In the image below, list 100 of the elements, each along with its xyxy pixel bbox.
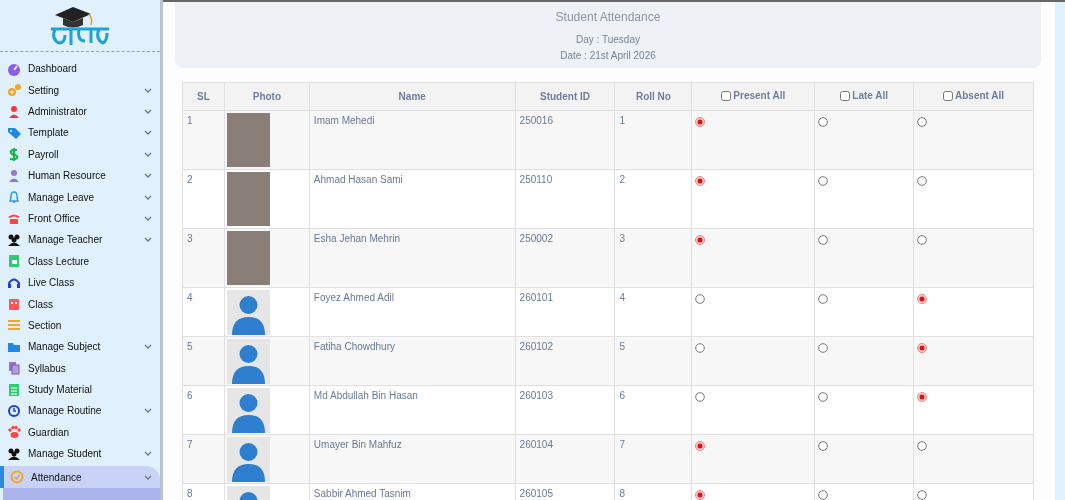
people-icon: [7, 446, 21, 461]
sidebar-item[interactable]: Live Class: [0, 271, 160, 294]
radio-button[interactable]: [695, 490, 706, 500]
photo-placeholder: [226, 231, 270, 285]
radio-button[interactable]: [818, 235, 829, 245]
sidebar-item[interactable]: Manage Student: [0, 443, 160, 465]
person-icon: [7, 168, 21, 183]
column-header: Roll No: [635, 90, 671, 104]
bell-icon: [7, 190, 21, 205]
person-icon: [7, 104, 21, 119]
sidebar-item[interactable]: Front Office: [0, 207, 160, 230]
radio-button[interactable]: [695, 294, 706, 304]
check-circle-icon: [10, 470, 24, 485]
student-name: Fatiha Chowdhury: [313, 341, 395, 352]
radio-button[interactable]: [695, 441, 706, 451]
column-header: Student ID: [540, 90, 590, 104]
sidebar-item[interactable]: Manage Subject: [0, 336, 160, 358]
column-header: Absent All: [955, 89, 1005, 104]
student-name: Foyez Ahmed Adil: [313, 292, 394, 303]
roll-number: 1: [619, 115, 626, 126]
document-icon: [7, 361, 21, 376]
radio-button[interactable]: [818, 176, 829, 186]
student-id: 260105: [519, 488, 553, 499]
sidebar-item[interactable]: Attendance: [0, 466, 160, 489]
column-header: Late All: [852, 89, 889, 104]
people-icon: [7, 232, 21, 247]
student-name: Ahmad Hasan Sami: [313, 174, 403, 185]
clock-icon: [7, 403, 21, 418]
column-header: SL: [197, 90, 210, 104]
photo-placeholder: [226, 172, 270, 226]
document-icon: [7, 254, 21, 269]
radio-button[interactable]: [917, 490, 928, 500]
serial-number: 4: [187, 292, 193, 303]
radio-button[interactable]: [917, 343, 928, 353]
radio-button[interactable]: [917, 441, 928, 451]
sidebar-item[interactable]: Class: [0, 293, 160, 315]
radio-button[interactable]: [695, 117, 706, 127]
column-header: Name: [398, 90, 426, 104]
radio-button[interactable]: [695, 343, 706, 353]
radio-button[interactable]: [695, 235, 706, 245]
roll-number: 7: [619, 439, 626, 450]
radio-button[interactable]: [917, 294, 928, 304]
serial-number: 5: [187, 341, 193, 352]
radio-button[interactable]: [917, 117, 928, 127]
document-icon: [7, 382, 21, 397]
date-text: Date : 21st April 2026: [560, 49, 656, 63]
student-id: 260104: [519, 439, 553, 450]
sidebar-item[interactable]: Syllabus: [0, 357, 160, 379]
student-id: 250016: [519, 115, 553, 126]
page-title: Student Attendance: [555, 9, 661, 26]
radio-button[interactable]: [818, 343, 829, 353]
dollar-icon: [7, 147, 21, 162]
student-name: Umayer Bin Mahfuz: [313, 439, 402, 450]
building-icon: [7, 297, 21, 311]
sidebar-item[interactable]: Manage Teacher: [0, 229, 160, 251]
sidebar-item[interactable]: Payroll: [0, 143, 160, 165]
student-id: 260101: [519, 292, 553, 303]
sidebar-item[interactable]: Setting: [0, 79, 160, 101]
select-all-checkbox[interactable]: [840, 90, 851, 101]
column-header: Photo: [252, 90, 282, 104]
roll-number: 5: [619, 341, 626, 352]
sidebar-item[interactable]: Study Material: [0, 378, 160, 401]
roll-number: 4: [619, 292, 626, 303]
day-text: Day : Tuesday: [576, 33, 640, 47]
radio-button[interactable]: [917, 392, 928, 402]
radio-button[interactable]: [818, 294, 829, 304]
student-id: 250002: [519, 233, 553, 244]
student-id: 260102: [519, 341, 553, 352]
serial-number: 2: [187, 174, 193, 185]
sidebar-item[interactable]: Template: [0, 122, 160, 144]
sidebar-item[interactable]: Dashboard: [0, 58, 160, 80]
paw-icon: [7, 425, 21, 440]
sidebar-item[interactable]: Manage Routine: [0, 400, 160, 422]
student-name: Md Abdullah Bin Hasan: [313, 390, 418, 401]
radio-button[interactable]: [818, 117, 829, 127]
radio-button[interactable]: [695, 176, 706, 186]
serial-number: 1: [187, 115, 193, 126]
student-name: Imam Mehedi: [313, 115, 375, 126]
select-all-checkbox[interactable]: [943, 90, 953, 101]
radio-button[interactable]: [818, 490, 829, 500]
dashboard-icon: [7, 61, 21, 76]
radio-button[interactable]: [917, 176, 928, 186]
sidebar-item[interactable]: Guardian: [0, 421, 160, 444]
select-all-checkbox[interactable]: [721, 90, 732, 101]
sidebar-item[interactable]: Manage Leave: [0, 186, 160, 208]
sidebar-item[interactable]: Human Resource: [0, 165, 160, 187]
gear-icon: [7, 83, 21, 98]
photo-placeholder: [226, 113, 270, 167]
sidebar-item[interactable]: Class Lecture: [0, 250, 160, 272]
list-icon: [7, 318, 21, 333]
serial-number: 3: [187, 233, 193, 244]
sidebar-item[interactable]: Section: [0, 314, 160, 337]
radio-button[interactable]: [818, 441, 829, 451]
radio-button[interactable]: [818, 392, 829, 402]
serial-number: 8: [187, 488, 193, 499]
radio-button[interactable]: [695, 392, 706, 402]
student-id: 260103: [519, 390, 553, 401]
serial-number: 7: [187, 439, 193, 450]
radio-button[interactable]: [917, 235, 928, 245]
sidebar-item[interactable]: Administrator: [0, 100, 160, 123]
